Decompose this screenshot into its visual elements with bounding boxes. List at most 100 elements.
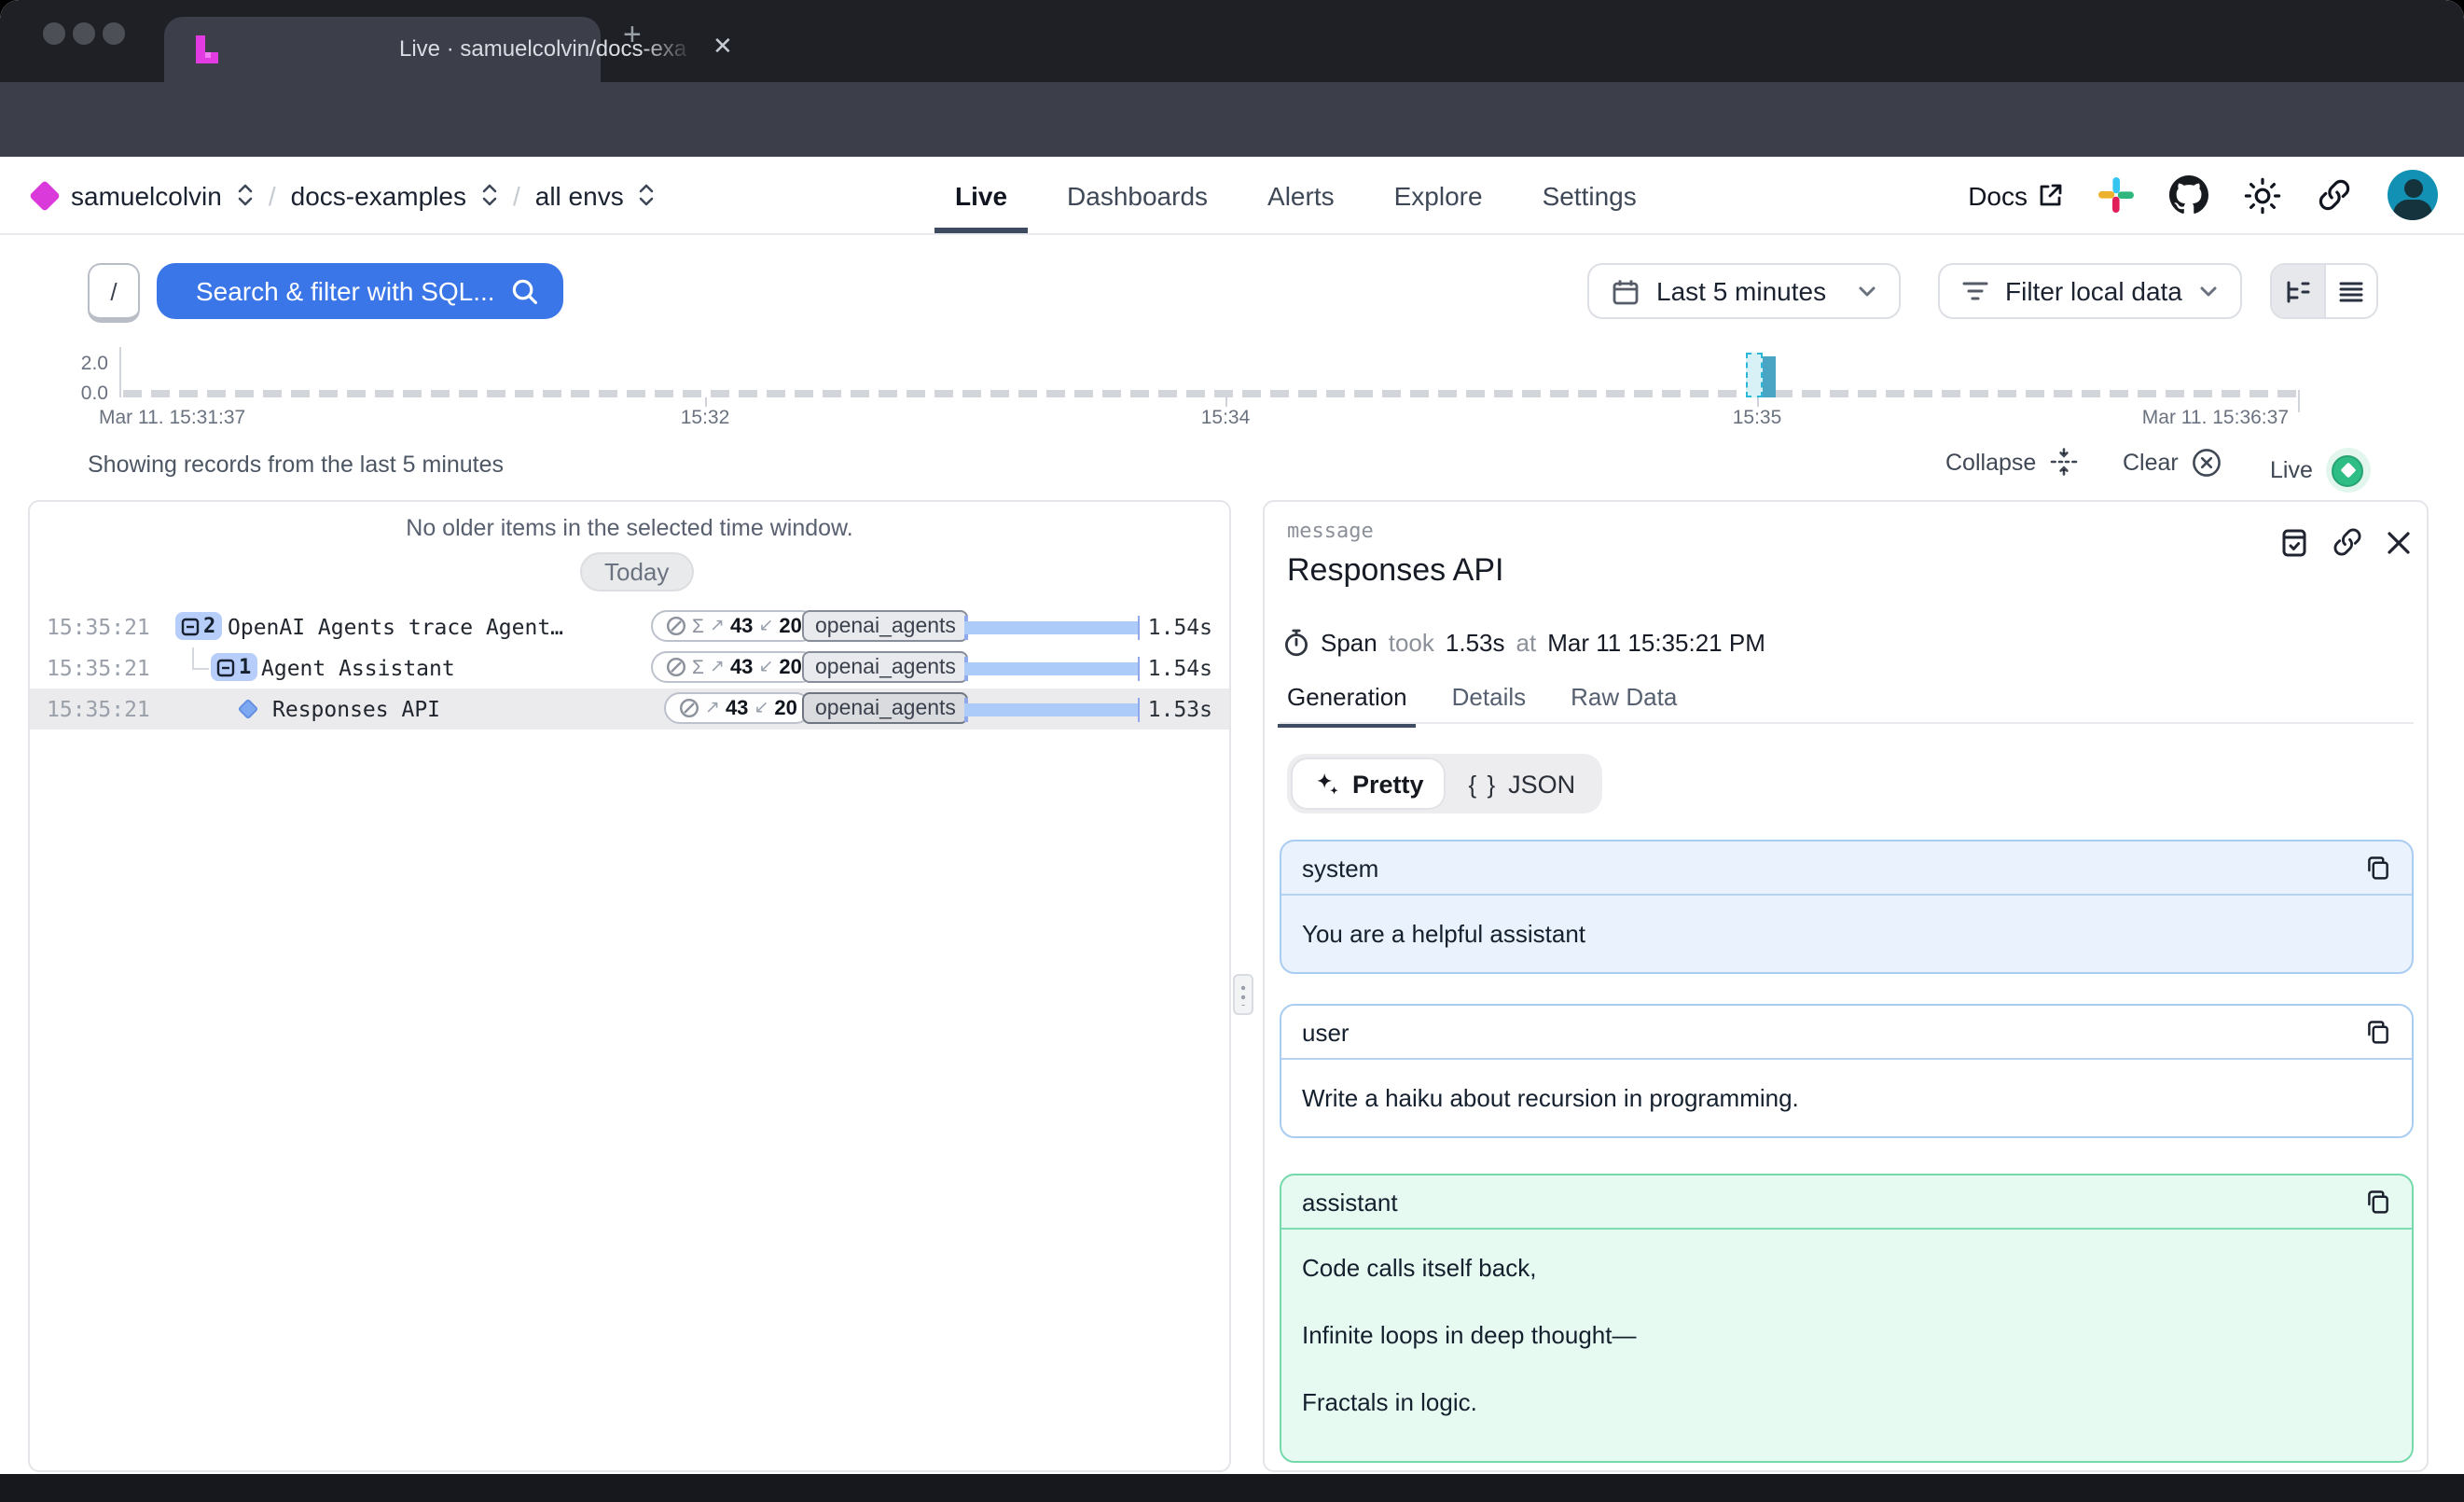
timeline-selection-band[interactable] bbox=[1746, 353, 1763, 397]
table-row[interactable]: 15:35:21 1 Agent Assistant Σ ↗43 ↙20 ope… bbox=[30, 647, 1229, 688]
docs-label: Docs bbox=[1968, 180, 2028, 210]
clear-circle-x-icon bbox=[2192, 448, 2222, 478]
timeline-baseline[interactable] bbox=[123, 390, 2298, 397]
copy-icon[interactable] bbox=[2365, 1019, 2391, 1045]
y-axis-tick: 2.0 bbox=[60, 353, 108, 375]
x-tick-mark bbox=[705, 397, 707, 407]
x-axis-label: Mar 11. 15:31:37 bbox=[99, 407, 245, 429]
breadcrumb-separator: / bbox=[269, 180, 276, 210]
y-axis-tick: 0.0 bbox=[60, 382, 108, 405]
time-range-select[interactable]: Last 5 minutes bbox=[1587, 263, 1901, 319]
table-row[interactable]: 15:35:21 2 OpenAI Agents trace Agent… Σ … bbox=[30, 606, 1229, 647]
tab-explore[interactable]: Explore bbox=[1394, 157, 1483, 233]
live-indicator-icon[interactable] bbox=[2326, 448, 2371, 493]
tab-title: Live · samuelcolvin/docs-exa bbox=[399, 35, 694, 62]
tab-live[interactable]: Live bbox=[955, 157, 1007, 233]
detail-panel-actions bbox=[2279, 526, 2412, 558]
breadcrumb-env[interactable]: all envs bbox=[535, 180, 624, 210]
table-check-icon[interactable] bbox=[2279, 527, 2309, 557]
scope-tag[interactable]: openai_agents bbox=[802, 692, 969, 724]
render-mode-toggle: Pretty { } JSON bbox=[1287, 754, 1601, 814]
message-card-user: user Write a haiku about recursion in pr… bbox=[1280, 1004, 2414, 1138]
docs-link[interactable]: Docs bbox=[1968, 180, 2063, 210]
collapse-count-badge[interactable]: 1 bbox=[211, 653, 256, 681]
date-pill[interactable]: Today bbox=[580, 552, 693, 591]
breadcrumb-separator: / bbox=[513, 180, 520, 210]
message-card-system: system You are a helpful assistant bbox=[1280, 840, 2414, 974]
logfire-logo-icon[interactable] bbox=[29, 179, 61, 211]
browser-tab[interactable]: Live · samuelcolvin/docs-exa ✕ bbox=[164, 17, 601, 82]
tree-view-button[interactable] bbox=[2272, 265, 2323, 317]
haiku-line: Infinite loops in deep thought— bbox=[1302, 1321, 2391, 1349]
timeline-axis-corner bbox=[2298, 390, 2300, 412]
message-card-assistant: assistant Code calls itself back, Infini… bbox=[1280, 1174, 2414, 1463]
collapse-count-badge[interactable]: 2 bbox=[175, 612, 221, 640]
timeline-bar[interactable] bbox=[1763, 356, 1776, 397]
github-icon[interactable] bbox=[2169, 175, 2208, 215]
token-usage-pill: Σ ↗43 ↙20 bbox=[651, 651, 817, 683]
theme-sun-icon[interactable] bbox=[2244, 176, 2281, 214]
scope-tag[interactable]: openai_agents bbox=[802, 610, 969, 642]
json-label: JSON bbox=[1508, 770, 1575, 798]
duration-bar bbox=[964, 615, 1140, 639]
tab-alerts[interactable]: Alerts bbox=[1267, 157, 1335, 233]
copy-link-icon[interactable] bbox=[2332, 526, 2363, 558]
search-sql-button[interactable]: Search & filter with SQL... bbox=[157, 263, 563, 319]
tab-details[interactable]: Details bbox=[1452, 683, 1527, 728]
tab-generation[interactable]: Generation bbox=[1287, 683, 1407, 728]
slack-icon[interactable] bbox=[2098, 177, 2134, 213]
project-selector-icon[interactable] bbox=[481, 183, 498, 207]
new-tab-button[interactable]: + bbox=[623, 17, 642, 54]
duration-bar bbox=[964, 656, 1140, 680]
clear-label: Clear bbox=[2123, 450, 2179, 476]
filter-icon bbox=[1962, 280, 1988, 302]
traffic-light-close[interactable] bbox=[43, 22, 65, 45]
main-nav: Live Dashboards Alerts Explore Settings bbox=[955, 157, 1637, 233]
tab-close-icon[interactable]: ✕ bbox=[713, 32, 733, 62]
duration-label: 1.54s bbox=[1148, 655, 1212, 681]
x-axis-label: 15:34 bbox=[1201, 407, 1251, 429]
header-actions: Docs bbox=[1968, 157, 2438, 233]
filter-local-data-select[interactable]: Filter local data bbox=[1938, 263, 2242, 319]
list-view-button[interactable] bbox=[2323, 265, 2376, 317]
close-icon[interactable] bbox=[2386, 529, 2412, 555]
tab-raw-data[interactable]: Raw Data bbox=[1571, 683, 1677, 728]
breadcrumb: samuelcolvin / docs-examples / all envs bbox=[34, 157, 656, 233]
collapse-button[interactable]: Collapse bbox=[1945, 448, 2077, 476]
breadcrumb-project[interactable]: docs-examples bbox=[291, 180, 466, 210]
panel-resize-handle[interactable] bbox=[1233, 974, 1253, 1015]
collapse-label: Collapse bbox=[1945, 449, 2036, 475]
env-selector-icon[interactable] bbox=[639, 183, 656, 207]
scope-tag[interactable]: openai_agents bbox=[802, 651, 969, 683]
tab-settings[interactable]: Settings bbox=[1543, 157, 1637, 233]
traffic-light-minimize[interactable] bbox=[73, 22, 95, 45]
x-axis-label: Mar 11. 15:36:37 bbox=[2142, 407, 2289, 429]
live-toggle[interactable]: Live bbox=[2270, 448, 2371, 493]
breadcrumb-org[interactable]: samuelcolvin bbox=[71, 180, 222, 210]
list-view-icon bbox=[2339, 279, 2363, 303]
clear-button[interactable]: Clear bbox=[2123, 448, 2222, 478]
org-selector-icon[interactable] bbox=[237, 183, 254, 207]
table-row-selected[interactable]: 15:35:21 Responses API ↗43 ↙20 openai_ag… bbox=[30, 688, 1229, 730]
user-avatar[interactable] bbox=[2388, 170, 2438, 220]
span-name: Agent Assistant bbox=[261, 654, 455, 680]
message-role: system bbox=[1302, 854, 1378, 882]
share-link-icon[interactable] bbox=[2317, 177, 2352, 213]
tab-dashboards[interactable]: Dashboards bbox=[1067, 157, 1208, 233]
message-content: You are a helpful assistant bbox=[1281, 896, 2412, 972]
x-tick-mark bbox=[1757, 397, 1759, 407]
live-label: Live bbox=[2270, 457, 2313, 483]
records-status-text: Showing records from the last 5 minutes bbox=[88, 452, 504, 478]
json-toggle-button[interactable]: { } JSON bbox=[1448, 759, 1597, 808]
collapse-node-icon bbox=[181, 617, 200, 635]
traffic-light-zoom[interactable] bbox=[103, 22, 125, 45]
detail-tabs: Generation Details Raw Data bbox=[1287, 683, 1677, 728]
pretty-toggle-button[interactable]: Pretty bbox=[1293, 759, 1445, 808]
x-axis-label: 15:32 bbox=[681, 407, 730, 429]
span-timing: Span took 1.53s at Mar 11 15:35:21 PM bbox=[1283, 629, 1765, 657]
chevron-down-icon bbox=[1858, 285, 1876, 298]
copy-icon[interactable] bbox=[2365, 855, 2391, 881]
copy-icon[interactable] bbox=[2365, 1189, 2391, 1215]
span-word: Span bbox=[1321, 629, 1377, 657]
x-axis-label: 15:35 bbox=[1733, 407, 1782, 429]
